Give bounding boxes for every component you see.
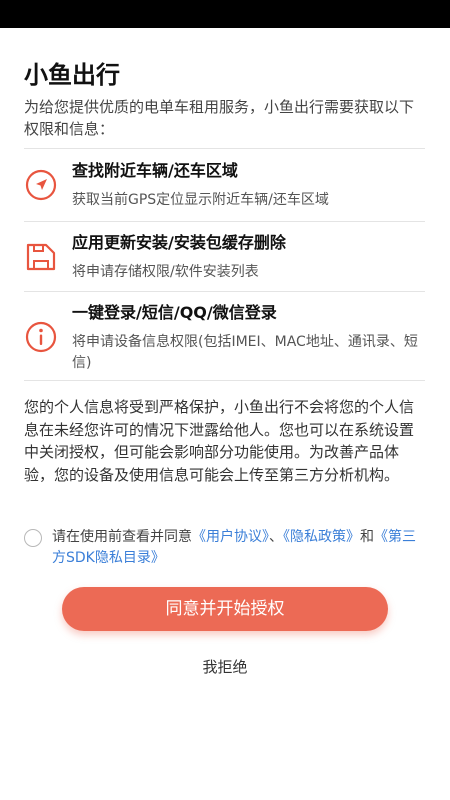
divider xyxy=(24,380,425,381)
privacy-notice-text: 您的个人信息将受到严格保护，小鱼出行不会将您的个人信息在未经您许可的情况下泄露给… xyxy=(24,398,415,484)
permission-item-storage: 应用更新安装/安装包缓存删除 将申请存储权限/软件安装列表 xyxy=(24,232,425,292)
permission-desc: 将申请设备信息权限(包括IMEI、MAC地址、通讯录、短信) xyxy=(72,334,418,371)
permission-desc: 获取当前GPS定位显示附近车辆/还车区域 xyxy=(72,192,329,208)
info-icon xyxy=(24,320,58,354)
divider xyxy=(24,221,425,222)
permission-title: 查找附近车辆/还车区域 xyxy=(72,161,238,180)
permission-item-device-info: 一键登录/短信/QQ/微信登录 将申请设备信息权限(包括IMEI、MAC地址、通… xyxy=(24,302,425,374)
page-title: 小鱼出行 xyxy=(24,61,120,89)
privacy-policy-link[interactable]: 《隐私政策》 xyxy=(283,529,360,545)
divider xyxy=(24,291,425,292)
intro-text: 为给您提供优质的电单车租用服务，小鱼出行需要获取以下权限和信息： xyxy=(24,98,415,138)
location-arrow-icon xyxy=(24,168,58,202)
permission-title: 应用更新安装/安装包缓存删除 xyxy=(72,233,286,252)
permission-desc: 将申请存储权限/软件安装列表 xyxy=(72,264,259,280)
agreement-text: 请在使用前查看并同意《用户协议》、《隐私政策》和《第三方SDK隐私目录》 xyxy=(52,527,424,569)
user-agreement-link[interactable]: 《用户协议》 xyxy=(192,529,269,545)
permission-item-location: 查找附近车辆/还车区域 获取当前GPS定位显示附近车辆/还车区域 xyxy=(24,160,425,220)
reject-button[interactable]: 我拒绝 xyxy=(175,655,275,679)
status-bar xyxy=(0,0,450,28)
divider xyxy=(24,148,425,149)
agreement-and: 和 xyxy=(360,529,374,545)
agreement-prefix: 请在使用前查看并同意 xyxy=(52,529,192,545)
storage-card-icon xyxy=(24,240,58,274)
permission-title: 一键登录/短信/QQ/微信登录 xyxy=(72,303,277,322)
agree-checkbox[interactable] xyxy=(24,529,42,547)
agree-button[interactable]: 同意并开始授权 xyxy=(62,587,388,631)
agreement-separator: 、 xyxy=(269,529,283,545)
